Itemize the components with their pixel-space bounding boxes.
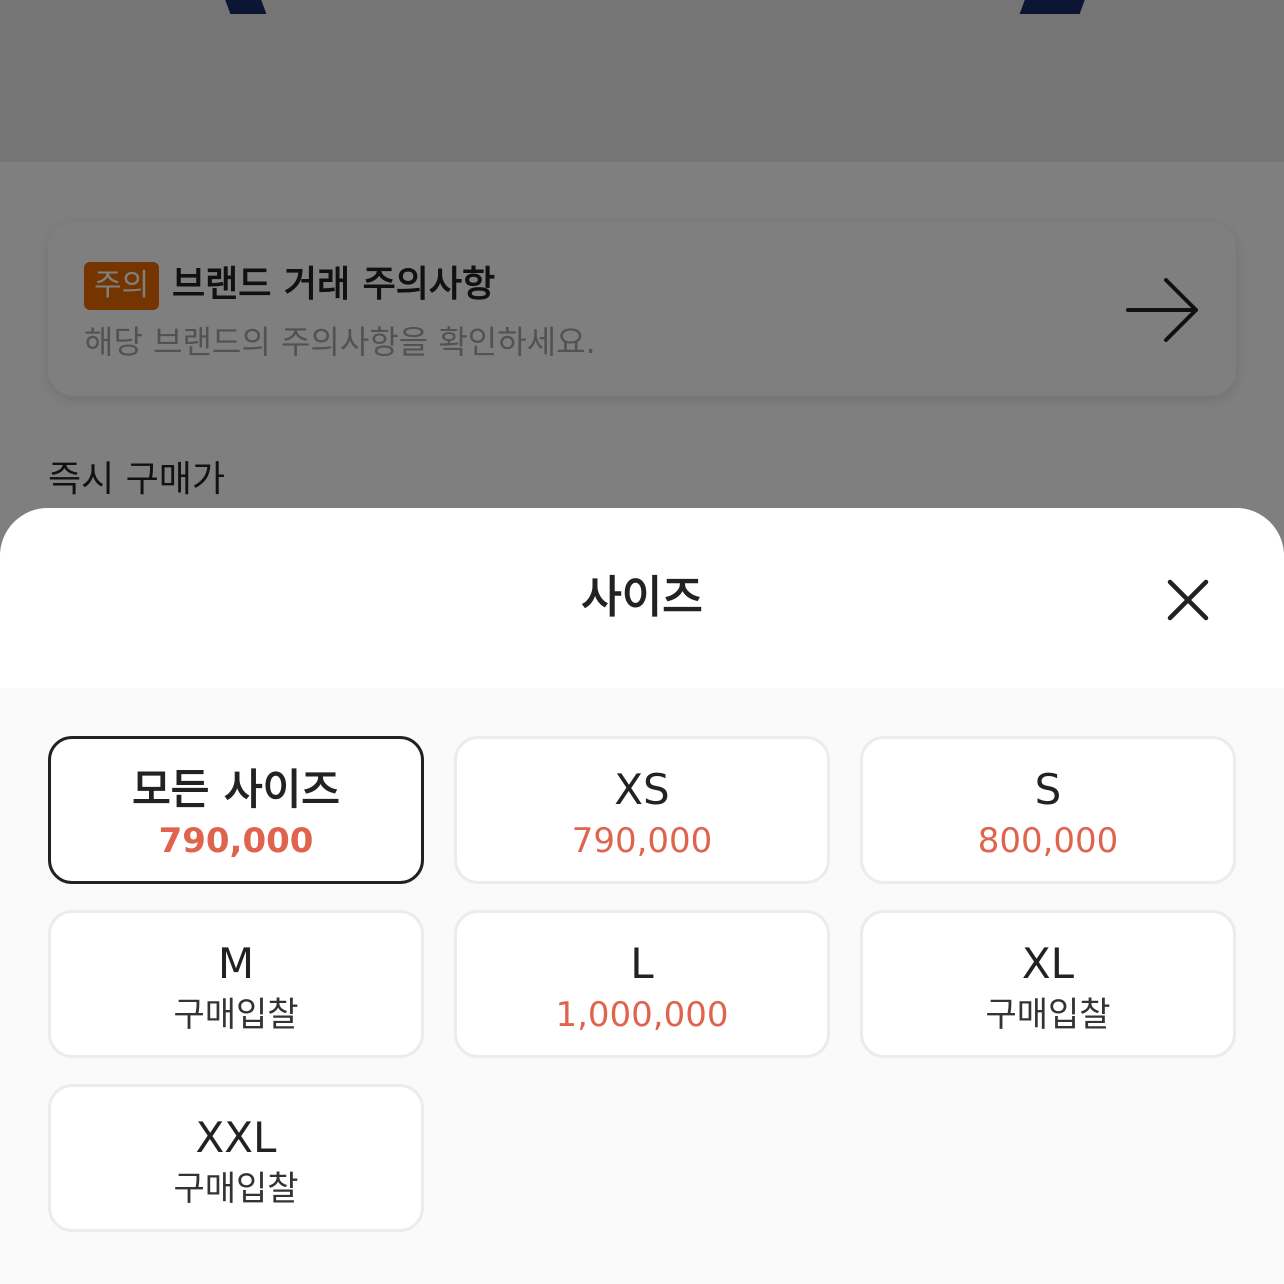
size-bid-label: 구매입찰 [173, 995, 299, 1035]
sheet-header: 사이즈 [0, 508, 1284, 688]
size-name: XS [614, 765, 670, 814]
size-option-xl[interactable]: XL 구매입찰 [860, 910, 1236, 1058]
size-name: 모든 사이즈 [132, 765, 340, 814]
size-option-s[interactable]: S 800,000 [860, 736, 1236, 884]
size-price: 1,000,000 [555, 995, 729, 1035]
size-bid-label: 구매입찰 [173, 1169, 299, 1209]
size-option-xxl[interactable]: XXL 구매입찰 [48, 1084, 424, 1232]
size-option-l[interactable]: L 1,000,000 [454, 910, 830, 1058]
size-name: XL [1021, 939, 1075, 988]
size-bid-label: 구매입찰 [985, 995, 1111, 1035]
size-bottom-sheet: 사이즈 모든 사이즈 790,000 XS 790,000 S 800,000 … [0, 508, 1284, 1284]
size-option-xs[interactable]: XS 790,000 [454, 736, 830, 884]
size-name: S [1034, 765, 1062, 814]
size-price: 790,000 [571, 821, 713, 861]
sheet-title: 사이즈 [581, 572, 703, 623]
close-icon[interactable] [1160, 572, 1216, 628]
size-price: 790,000 [158, 821, 314, 861]
size-option-m[interactable]: M 구매입찰 [48, 910, 424, 1058]
size-name: XXL [195, 1113, 277, 1162]
size-name: M [217, 939, 255, 988]
size-name: L [630, 939, 654, 988]
size-price: 800,000 [977, 821, 1119, 861]
size-option-all[interactable]: 모든 사이즈 790,000 [48, 736, 424, 884]
